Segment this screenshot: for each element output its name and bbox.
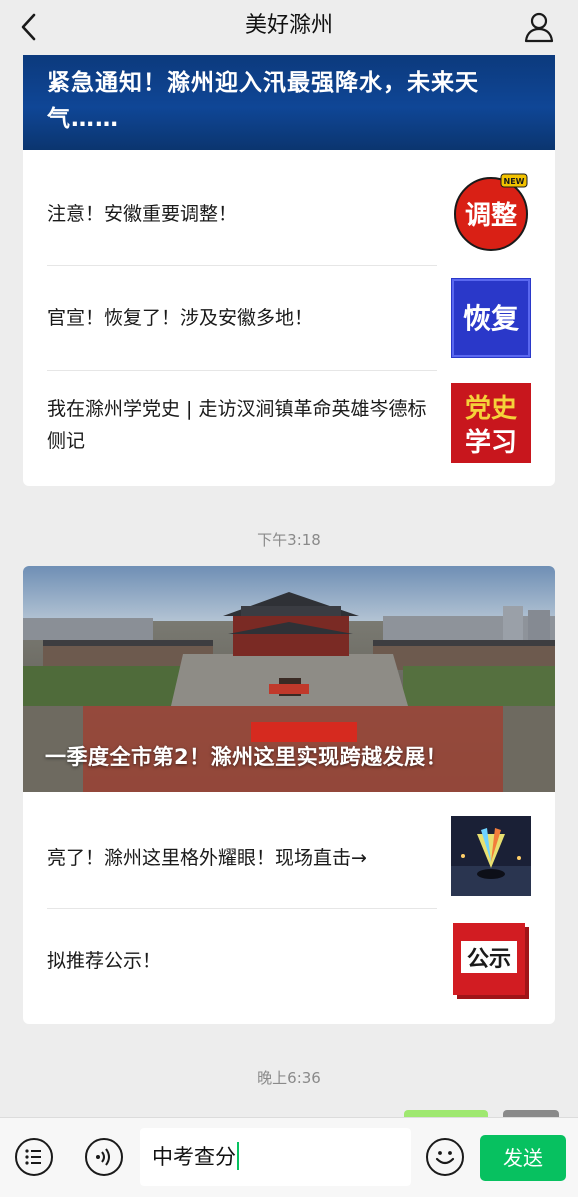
article-item-5-thumb: 公示 — [451, 921, 531, 1001]
article-item-1-title: 注意！安徽重要调整！ — [47, 203, 238, 225]
emoji-icon — [435, 1151, 455, 1165]
article-item-3-thumb: 党史 学习 — [451, 383, 531, 463]
article-item-1[interactable]: 注意！安徽重要调整！ 调整 NEW — [23, 162, 555, 266]
message-input[interactable]: 中考查分 — [140, 1128, 411, 1186]
thumb-label: 党史 — [465, 394, 518, 424]
thumb-label: 调整 — [465, 200, 517, 231]
timestamp: 晚上6:36 — [257, 1069, 321, 1087]
input-bar: 中考查分 发送 — [0, 1117, 578, 1197]
menu-list-icon — [25, 1149, 41, 1165]
thumb-label: 恢复 — [463, 302, 519, 335]
menu-button[interactable] — [15, 1138, 53, 1176]
emoji-button[interactable] — [426, 1138, 464, 1176]
article-item-4-thumb — [451, 816, 531, 896]
article-item-2-thumb: 恢复 — [451, 278, 531, 358]
article-item-5-title: 拟推荐公示！ — [47, 950, 162, 972]
article-item-5[interactable]: 拟推荐公示！ 公示 — [23, 909, 555, 1013]
article-item-4-title: 亮了！滁州这里格外耀眼！现场直击→ — [47, 847, 367, 869]
hero-article-1[interactable]: 紧急通知！滁州迎入汛最强降水，未来天气…… — [23, 55, 555, 150]
top-bar: 美好滁州 — [0, 0, 578, 55]
profile-button[interactable] — [522, 10, 556, 44]
hero-article-1-title: 紧急通知！滁州迎入汛最强降水，未来天气…… — [47, 70, 479, 132]
article-item-1-thumb: 调整 NEW — [451, 172, 531, 252]
message-input-value: 中考查分 — [152, 1142, 239, 1172]
article-item-3-title: 我在滁州学党史 | 走访汊涧镇革命英雄岑德标侧记 — [47, 398, 427, 452]
timestamp: 下午3:18 — [257, 531, 321, 549]
page-title: 美好滁州 — [244, 13, 333, 38]
article-item-4[interactable]: 亮了！滁州这里格外耀眼！现场直击→ — [23, 804, 555, 908]
thumb-badge: NEW — [504, 177, 525, 186]
article-item-3[interactable]: 我在滁州学党史 | 走访汊涧镇革命英雄岑德标侧记 党史 学习 — [23, 371, 555, 475]
profile-icon — [524, 12, 554, 43]
voice-button[interactable] — [85, 1138, 123, 1176]
hero-article-2-title: 一季度全市第2！滁州这里实现跨越发展！ — [45, 745, 448, 769]
voice-icon — [96, 1148, 110, 1166]
hero-article-2[interactable]: 一季度全市第2！滁州这里实现跨越发展！ — [23, 566, 555, 792]
thumb-label: 学习 — [465, 427, 517, 458]
article-item-2-title: 官宣！恢复了！涉及安徽多地！ — [47, 307, 314, 329]
thumb-label: 公示 — [467, 947, 511, 972]
article-card-1: 紧急通知！滁州迎入汛最强降水，未来天气…… 注意！安徽重要调整！ 调整 NEW … — [23, 55, 555, 486]
article-item-2[interactable]: 官宣！恢复了！涉及安徽多地！ 恢复 — [23, 266, 555, 370]
send-button[interactable]: 发送 — [480, 1135, 566, 1181]
article-card-2: 一季度全市第2！滁州这里实现跨越发展！ 亮了！滁州这里格外耀眼！现场直击→ 拟推… — [23, 566, 555, 1024]
